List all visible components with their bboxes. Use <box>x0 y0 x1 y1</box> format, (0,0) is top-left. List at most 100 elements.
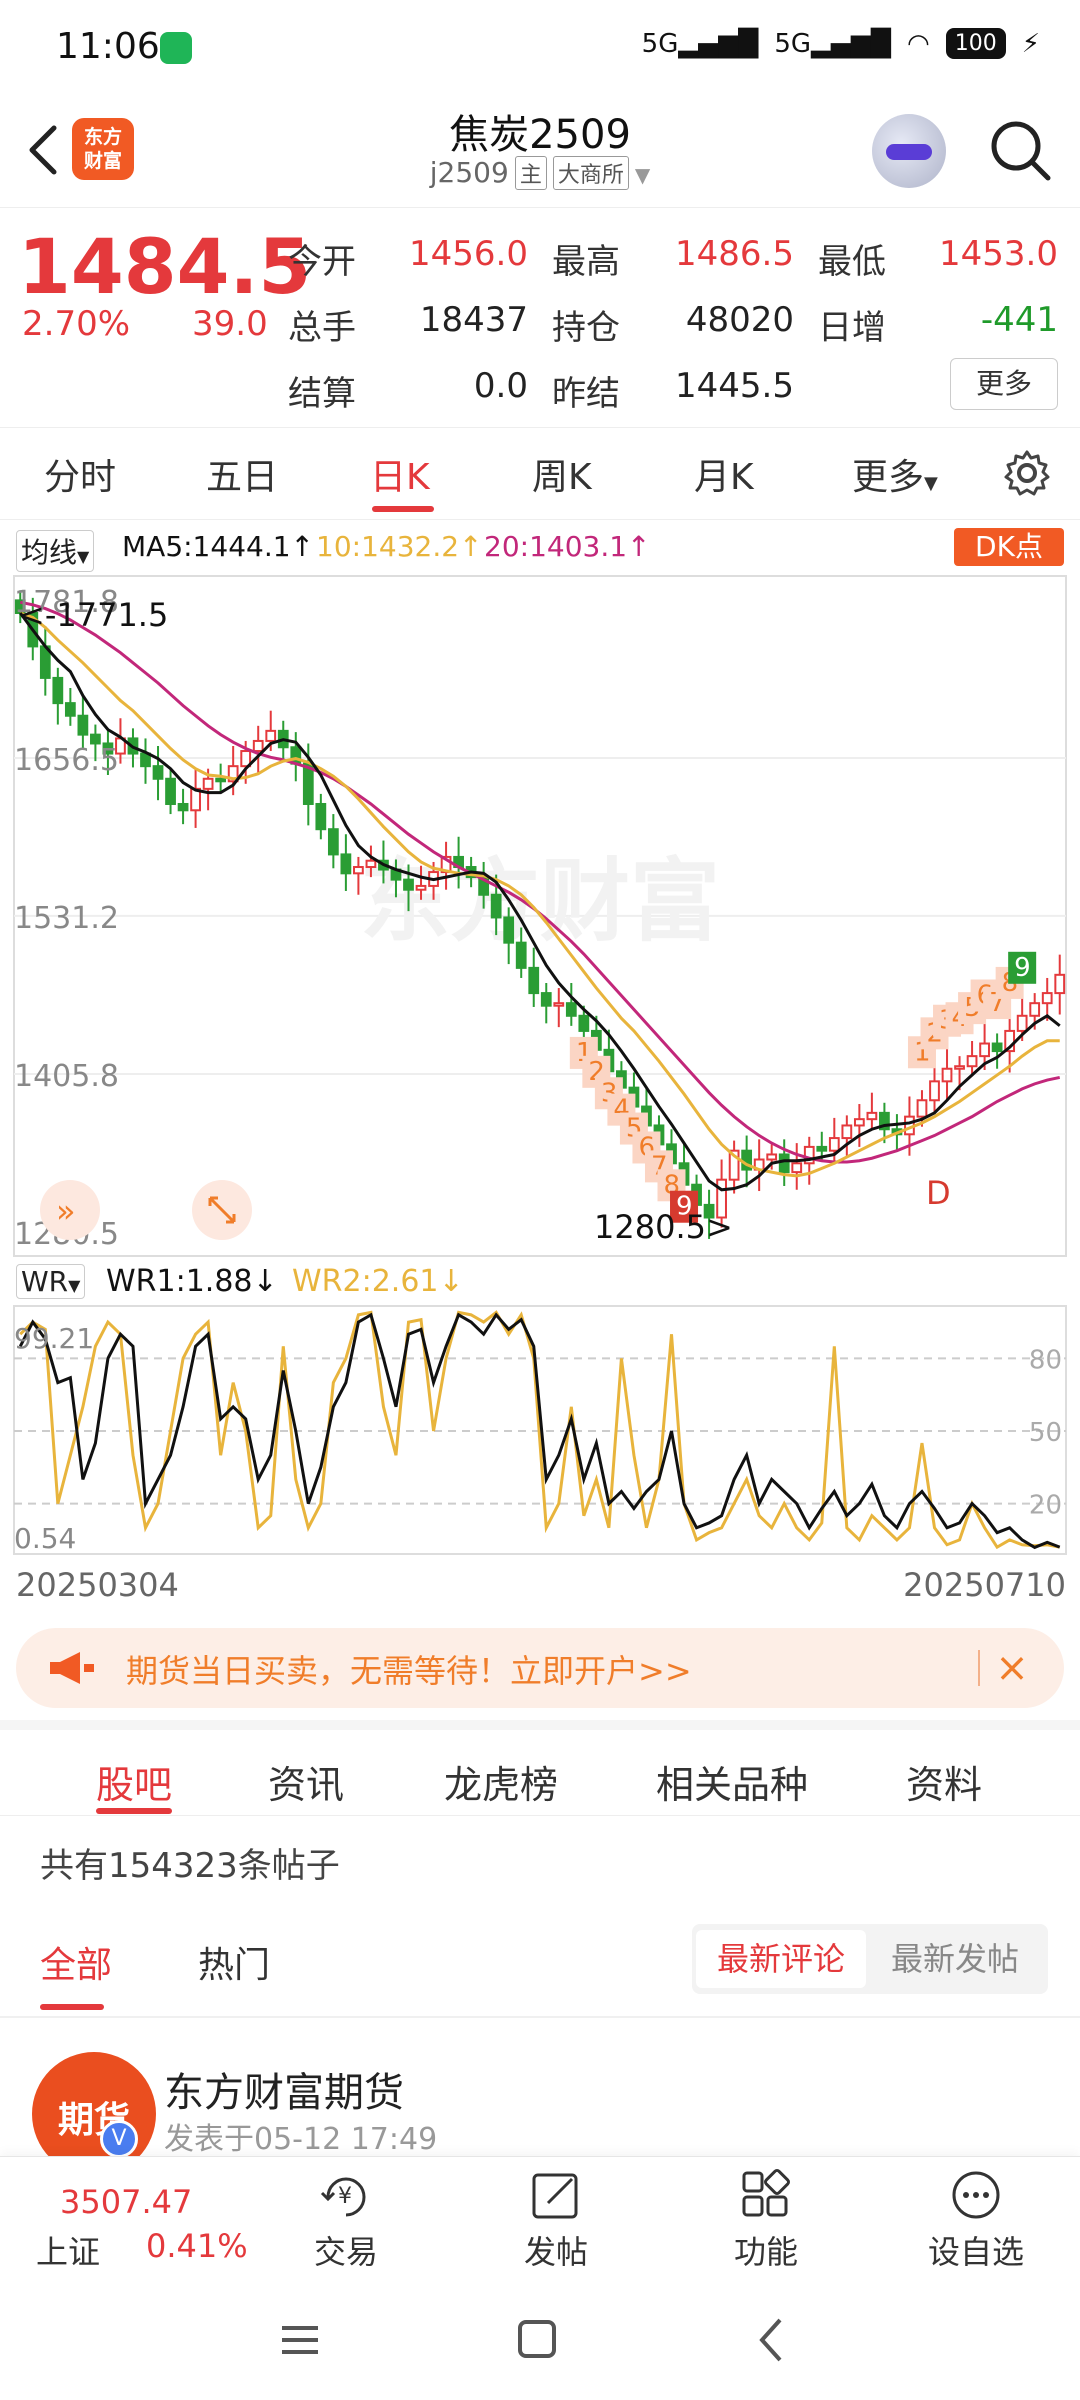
sort-latest-post[interactable]: 最新发帖 <box>870 1930 1040 1988</box>
status-bar: 11:06 5G▂▄▆█ 5G▂▄▆█ ◠ 100 ⚡ <box>0 0 1080 96</box>
candle <box>503 916 515 944</box>
nav-functions[interactable]: 功能 <box>696 2167 836 2273</box>
candle <box>177 802 189 812</box>
tab-related[interactable]: 相关品种 <box>656 1754 808 1809</box>
dk-point-button[interactable]: DK点 <box>954 528 1064 566</box>
d-signal-label: D <box>926 1174 951 1212</box>
open-account-banner[interactable]: 期货当日买卖，无需等待！立即开户>> × <box>16 1628 1064 1708</box>
quote-value: 1445.5 <box>675 366 794 406</box>
gear-icon[interactable] <box>1002 448 1052 498</box>
fullscreen-icon[interactable] <box>192 1180 252 1240</box>
main-contract-tag: 主 <box>514 156 547 190</box>
more-quote-button[interactable]: 更多 <box>950 358 1058 410</box>
home-icon[interactable] <box>518 2320 556 2358</box>
candle <box>553 1002 565 1007</box>
candle <box>202 777 214 790</box>
tab-five-day[interactable]: 五日 <box>206 448 278 500</box>
system-nav-bar <box>0 2280 1080 2400</box>
candle <box>565 1002 577 1017</box>
candle <box>929 1080 940 1102</box>
contract-code: j2509 <box>429 156 509 189</box>
date-range: 20250304 20250710 <box>0 1562 1080 1608</box>
filter-all[interactable]: 全部 <box>40 1936 112 1988</box>
banner-text: 期货当日买卖，无需等待！立即开户>> <box>126 1652 692 1690</box>
index-value: 3507.47 <box>60 2183 193 2221</box>
nav-add-watchlist[interactable]: 设自选 <box>906 2167 1046 2273</box>
post-author[interactable]: 东方财富期货 <box>164 2060 404 2118</box>
candle <box>766 1153 778 1161</box>
candle <box>816 1145 828 1152</box>
candle <box>252 739 264 753</box>
candle <box>353 866 364 875</box>
bottom-nav: 3507.47 上证 0.41% ¥ 交易 发帖 功能 设自选 <box>0 2156 1080 2280</box>
wifi-icon: ◠ <box>907 28 930 59</box>
candle <box>64 702 76 717</box>
filter-hot[interactable]: 热门 <box>198 1936 270 1988</box>
candle <box>215 777 227 783</box>
tab-monthly-k[interactable]: 月K <box>694 448 754 500</box>
candle <box>791 1162 803 1174</box>
tab-daily-k[interactable]: 日K <box>370 448 430 500</box>
grid-apps-icon <box>742 2169 790 2217</box>
menu-icon[interactable] <box>282 2326 318 2354</box>
candle <box>916 1099 928 1118</box>
nav-post[interactable]: 发帖 <box>486 2167 626 2273</box>
tab-dragon-tiger[interactable]: 龙虎榜 <box>444 1754 558 1809</box>
phone-call-icon <box>160 32 192 64</box>
tab-intraday[interactable]: 分时 <box>44 448 116 500</box>
candle <box>1029 1002 1041 1017</box>
tab-weekly-k[interactable]: 周K <box>532 448 592 500</box>
candle <box>828 1137 840 1152</box>
candlestick-chart[interactable]: 东方财富 123456789123456789 1781.81656.51531… <box>0 572 1080 1258</box>
candle <box>941 1067 953 1083</box>
candle <box>415 884 427 891</box>
tab-more[interactable]: 更多▼ <box>852 448 938 500</box>
wr2-value: WR2:2.61↓ <box>292 1264 464 1299</box>
expand-left-icon[interactable]: » <box>40 1180 100 1240</box>
candle <box>979 1042 990 1058</box>
wr-legend: WR▼ WR1:1.88↓ WR2:2.61↓ <box>0 1258 1080 1308</box>
candle <box>165 777 176 805</box>
close-icon[interactable]: × <box>992 1646 1032 1690</box>
ma5-value: MA5:1444.1↑ <box>122 530 315 563</box>
section-tab-indicator <box>96 1808 172 1814</box>
banner-divider <box>978 1650 980 1686</box>
filter-tab-indicator <box>40 2004 104 2010</box>
ma10-value: 10:1432.2↑ <box>316 530 483 563</box>
wr-grid-label: 20 <box>1029 1491 1062 1521</box>
nav-trade[interactable]: ¥ 交易 <box>276 2167 416 2273</box>
quote-value: 0.0 <box>473 366 528 406</box>
last-price: 1484.5 <box>18 222 312 311</box>
candle <box>1041 992 1053 1005</box>
app-header: 东方 财富 焦炭2509 j2509 主大商所 ▼ <box>0 96 1080 208</box>
search-icon[interactable] <box>988 118 1054 184</box>
wr-selector[interactable]: WR▼ <box>16 1264 86 1299</box>
wr-grid-label: 80 <box>1029 1345 1062 1375</box>
change-value: 39.0 <box>192 304 268 344</box>
quote-panel: 1484.5 2.70% 39.0 今开 1456.0 最高 1486.5 最低 1453… <box>0 208 1080 428</box>
exchange-tag: 大商所 <box>552 156 629 190</box>
signal-5g-icon: 5G▂▄▆█ <box>641 28 759 59</box>
section-tabs: 股吧 资讯 龙虎榜 相关品种 资料 <box>0 1720 1080 1816</box>
quote-value: 1486.5 <box>675 234 794 274</box>
tab-info[interactable]: 资料 <box>906 1754 982 1809</box>
candle <box>340 853 352 875</box>
chevron-down-icon: ▼ <box>634 163 651 187</box>
candle <box>403 878 414 891</box>
status-icons: 5G▂▄▆█ 5G▂▄▆█ ◠ 100 ⚡ <box>642 28 1040 59</box>
index-name: 上证 <box>36 2233 101 2271</box>
candle <box>365 859 377 869</box>
back-icon[interactable] <box>759 2318 782 2362</box>
sort-latest-comment[interactable]: 最新评论 <box>696 1930 866 1988</box>
tab-news[interactable]: 资讯 <box>268 1754 344 1809</box>
svg-text:»: » <box>56 1192 76 1230</box>
quote-value: -441 <box>980 300 1058 340</box>
tab-guba[interactable]: 股吧 <box>96 1754 172 1809</box>
divider <box>0 2016 1080 2018</box>
status-time: 11:06 <box>56 26 160 67</box>
wr-indicator-chart[interactable]: 80 50 20 99.21 0.54 <box>0 1304 1080 1558</box>
wr-grid-label: 50 <box>1029 1418 1062 1448</box>
megaphone-icon <box>50 1652 94 1684</box>
ai-assistant-robot-icon[interactable] <box>872 114 946 188</box>
indicator-selector[interactable]: 均线▼ <box>16 530 95 572</box>
